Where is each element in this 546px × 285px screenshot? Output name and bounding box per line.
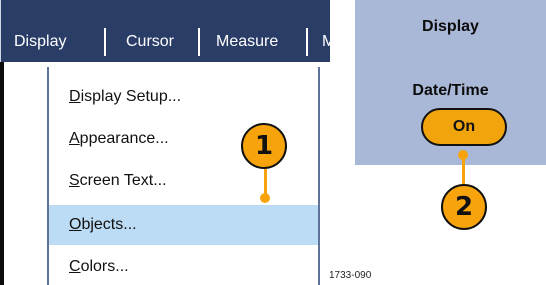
window-frame-edge: [0, 62, 4, 285]
date-time-toggle-button[interactable]: On: [421, 108, 507, 146]
menu-separator: [198, 28, 200, 56]
mnemonic-letter: D: [69, 88, 81, 105]
menu-item-appearance[interactable]: Appearance...: [69, 119, 169, 159]
menu-item-colors[interactable]: Colors...: [69, 247, 129, 285]
mnemonic-letter: O: [69, 216, 82, 233]
callout-2-leader: [462, 158, 465, 186]
figure-id-label: 1733-090: [329, 270, 372, 281]
mnemonic-letter: A: [69, 130, 80, 147]
display-dropdown-menu: Display Setup... Appearance... Screen Te…: [0, 62, 330, 285]
menu-cursor[interactable]: Cursor: [126, 28, 174, 56]
menu-item-label: creen Text...: [79, 172, 167, 189]
menu-item-label: olors...: [80, 258, 129, 275]
display-side-menu: Display Date/Time On: [355, 0, 546, 165]
menu-item-label: bjects...: [81, 216, 137, 233]
menu-measure[interactable]: Measure: [216, 28, 278, 56]
callout-1: 1: [241, 123, 287, 169]
menu-truncated[interactable]: M: [322, 28, 330, 56]
menu-item-screen-text[interactable]: Screen Text...: [69, 161, 167, 201]
callout-2: 2: [441, 184, 487, 230]
mnemonic-letter: C: [69, 258, 81, 275]
date-time-label: Date/Time: [412, 82, 489, 99]
menu-item-label: ppearance...: [79, 130, 169, 147]
menu-separator: [104, 28, 106, 56]
callout-1-leader: [264, 169, 267, 195]
callout-1-pointer-dot: [260, 193, 270, 203]
menu-display[interactable]: Display: [14, 28, 66, 56]
menu-item-label: isplay Setup...: [80, 88, 182, 105]
dropdown-panel: Display Setup... Appearance... Screen Te…: [47, 67, 320, 285]
menu-item-display-setup[interactable]: Display Setup...: [69, 77, 181, 117]
mnemonic-letter: S: [69, 172, 80, 189]
menu-item-objects[interactable]: Objects...: [69, 205, 137, 245]
side-menu-title: Display: [422, 18, 479, 35]
menu-separator: [306, 28, 308, 56]
